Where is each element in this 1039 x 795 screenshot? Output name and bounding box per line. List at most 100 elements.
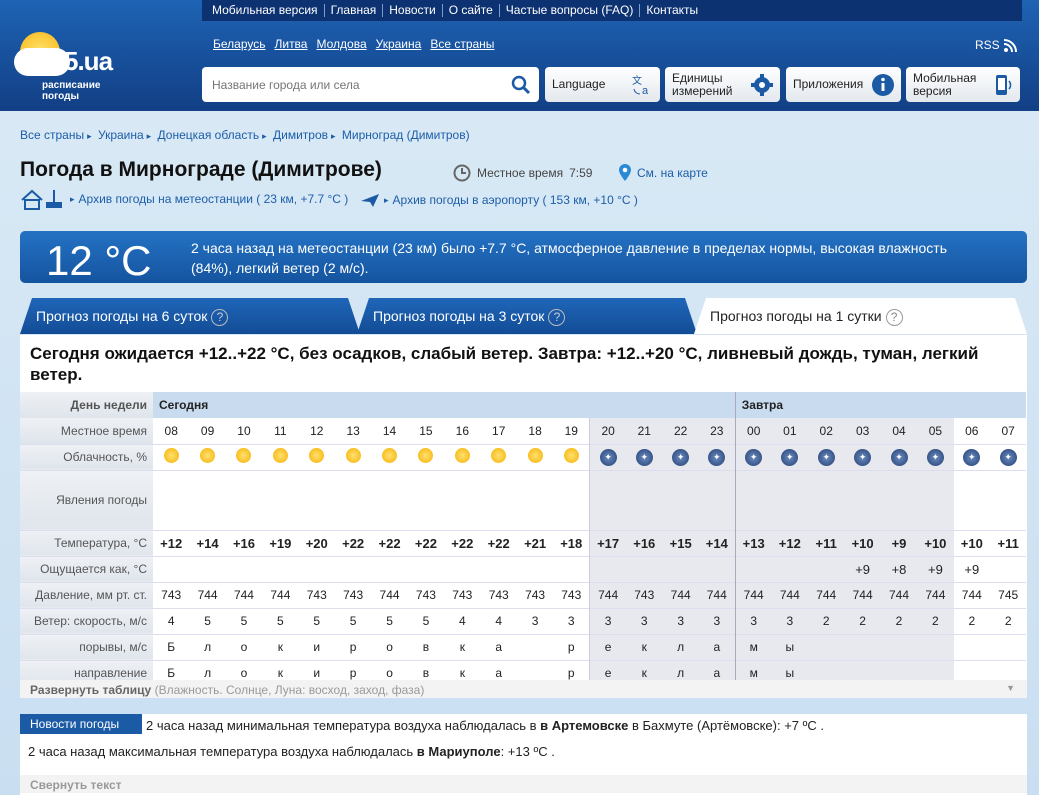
logo-brand: rp5.ua [40,46,113,76]
help-icon[interactable]: ? [211,309,228,326]
hour-cell: 12 [310,423,324,438]
header: Мобильная версия Главная Новости О сайте… [0,0,1039,111]
hour-cell: 04 [880,418,918,444]
temp-cell: +11 [997,535,1019,551]
hour-cell: 03 [844,418,881,444]
tab-3-days[interactable]: Прогноз погоды на 3 суток? [357,298,697,334]
feels-cell [662,556,699,582]
expand-table[interactable]: Развернуть таблицу (Влажность. Солнце, Л… [20,680,1027,698]
news-city[interactable]: в Артемовске [540,718,628,733]
search-icon[interactable] [511,75,531,95]
gust-cell: и [313,640,321,654]
mobile-line1: Мобильная [913,70,977,85]
nav-about[interactable]: О сайте [443,4,500,17]
cloud-cell [335,444,371,470]
collapse-text[interactable]: Свернуть текст [20,775,1027,793]
temp-cell: +14 [196,535,219,551]
gust-cell [880,634,918,660]
phenomena-cell [880,470,918,530]
temp-cell: +12 [771,530,809,556]
temp-cell: +16 [626,530,663,556]
pressure-cell: 744 [880,582,918,608]
tab-1-day[interactable]: Прогноз погоды на 1 сутки? [694,298,1027,334]
temp-cell: +14 [698,530,736,556]
page: Мобильная версия Главная Новости О сайте… [0,0,1039,795]
rss-link[interactable]: RSS [975,38,1017,52]
apps-label: Приложения [793,77,864,91]
country-all[interactable]: Все страны [430,37,494,51]
svg-text:a: a [642,85,649,97]
row-label-gusts: порывы, м/с [20,634,153,660]
gust-cell: л [204,640,212,654]
feels-cell [444,556,480,582]
cloud-cell [408,444,444,470]
help-icon[interactable]: ? [548,309,565,326]
logo-sub2: погоды [42,91,80,102]
temp-cell: +15 [662,530,699,556]
phenomena-cell [917,470,954,530]
sun-icon [345,448,361,463]
search-input[interactable] [212,77,502,92]
archive-station-label: Архив погоды на метеостанции ( 23 км, +7… [78,192,349,206]
pressure-cell: 744 [233,588,254,602]
units-button[interactable]: Единицы измерений [665,67,780,102]
wind-cell: 5 [422,614,430,628]
country-belarus[interactable]: Беларусь [213,37,265,51]
gust-cell: к [459,640,465,654]
sun-icon [563,448,579,463]
archive-station-link[interactable]: ▸ Архив погоды на метеостанции ( 23 км, +… [20,188,348,210]
tab-3-label: Прогноз погоды на 3 суток [373,308,545,324]
nav-contacts[interactable]: Контакты [640,4,704,17]
nav-home[interactable]: Главная [325,4,384,17]
nav-faq[interactable]: Частые вопросы (FAQ) [500,4,641,17]
rss-label: RSS [975,38,1000,52]
phenomena-cell [262,470,298,530]
units-label: Единицы измерений [672,71,733,98]
country-moldova[interactable]: Молдова [316,37,366,51]
crumb-dimitrov[interactable]: Димитров [273,128,328,142]
news-city[interactable]: в Мариуполе [417,744,501,759]
crumb-city[interactable]: Мирноград (Димитров) [342,128,470,142]
news-tag[interactable]: Новости погоды [20,714,142,734]
crumb-all[interactable]: Все страны [20,128,84,142]
clock-icon [453,164,471,182]
country-lithuania[interactable]: Литва [274,37,307,51]
crumb-ukraine[interactable]: Украина [98,128,144,142]
pressure-cell: 744 [808,582,845,608]
hour-cell: 21 [626,418,663,444]
moon-icon: ✦ [599,448,617,466]
hour-cell: 08 [164,423,178,438]
cloud-cell [553,444,589,470]
moon-icon: ✦ [745,448,763,466]
hour-cell: 13 [346,423,360,438]
moon-icon: ✦ [781,448,799,466]
language-button[interactable]: Language 文a [545,67,660,102]
tab-6-label: Прогноз погоды на 6 суток [36,308,208,324]
country-ukraine[interactable]: Украина [376,37,422,51]
sun-icon [527,448,543,463]
apps-button[interactable]: Приложения [786,67,901,102]
feels-cell [517,556,553,582]
mobile-version-button[interactable]: Мобильная версия [906,67,1020,102]
map-link[interactable]: См. на карте [619,164,708,181]
row-feels: Ощущается как, °C +9 +8 +9 +9 [20,556,1027,582]
gust-cell: к [626,634,663,660]
pressure-cell: 744 [844,582,881,608]
wind-cell: 5 [313,614,321,628]
wind-cell: 5 [240,614,248,628]
nav-mobile[interactable]: Мобильная версия [206,4,325,17]
temp-cell: +22 [378,535,401,551]
moon-icon: ✦ [926,448,944,466]
wind-cell: 4 [495,614,503,628]
feels-cell [771,556,809,582]
cloud-cell: ✦ [808,444,845,470]
logo[interactable]: rp5.ua расписание погоды [14,30,144,102]
crumb-region[interactable]: Донецкая область [158,128,260,142]
archive-airport-link[interactable]: ▸ Архив погоды в аэропорту ( 153 км, +10 … [360,192,638,208]
tab-6-days[interactable]: Прогноз погоды на 6 суток? [20,298,360,334]
cloud-cell: ✦ [734,444,772,470]
nav-news[interactable]: Новости [383,4,443,17]
row-gusts: порывы, м/с Бл о к и р о в к а р е к л а м ы [20,634,1027,660]
feels-cell [226,556,262,582]
help-icon[interactable]: ? [886,309,903,326]
